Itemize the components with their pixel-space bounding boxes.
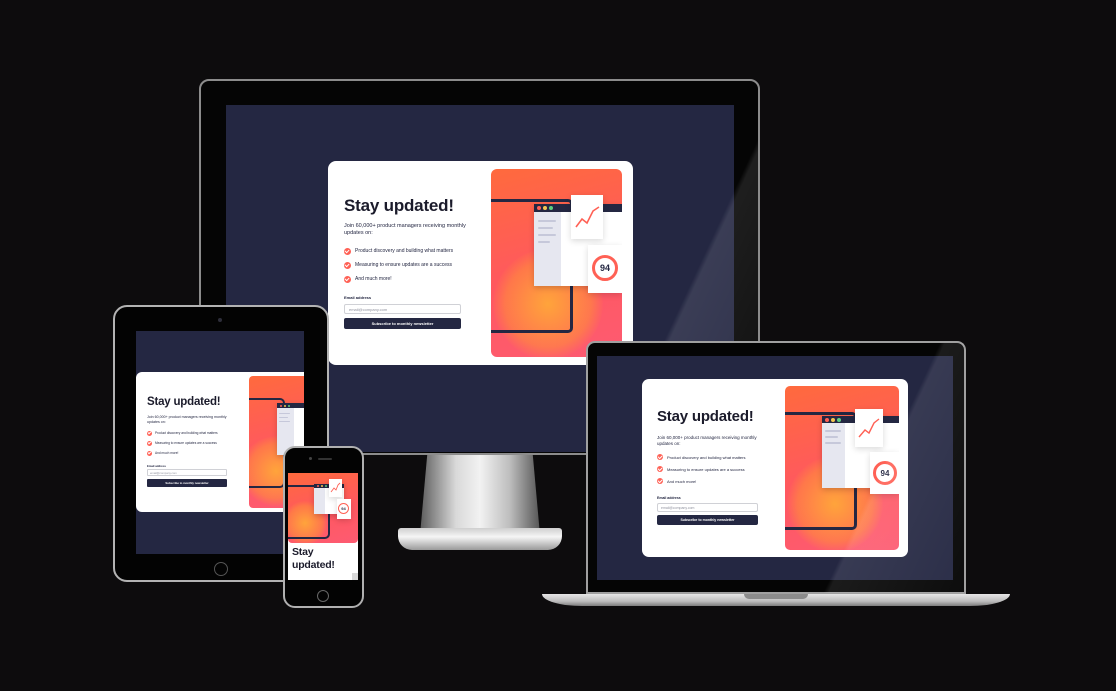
laptop-screen: Stay updated! Join 60,000+ product manag… xyxy=(597,356,953,580)
email-field[interactable]: email@company.com xyxy=(344,304,461,314)
score-card: 94 xyxy=(870,452,899,494)
score-ring-icon: 94 xyxy=(338,503,349,514)
email-placeholder: email@company.com xyxy=(661,505,695,510)
subscribe-button[interactable]: Subscribe to monthly newsletter xyxy=(657,515,758,525)
email-placeholder: email@company.com xyxy=(150,470,177,475)
check-icon xyxy=(657,478,663,484)
scrollbar[interactable] xyxy=(352,573,358,580)
check-icon xyxy=(657,466,663,472)
check-icon xyxy=(147,450,152,456)
monitor-stand-base xyxy=(398,528,562,550)
card-intro: Join 60,000+ product managers receiving … xyxy=(344,223,466,236)
check-icon xyxy=(147,430,152,436)
score-card: 94 xyxy=(337,499,351,519)
benefit-item: And much more! xyxy=(344,272,474,286)
benefit-list: Product discovery and building what matt… xyxy=(657,451,767,487)
benefit-item: And much more! xyxy=(657,475,767,487)
tablet-home-button[interactable] xyxy=(214,562,228,576)
email-label: Email address xyxy=(657,496,681,500)
chart-icon xyxy=(571,195,603,239)
email-field[interactable]: email@company.com xyxy=(657,503,758,512)
benefit-item: Product discovery and building what matt… xyxy=(147,428,242,438)
hero-illustration: 94 xyxy=(288,473,358,543)
card-title: Stay updated! xyxy=(657,408,754,425)
subscribe-button[interactable]: Subscribe to monthly newsletter xyxy=(344,318,461,329)
card-intro: Join 60,000+ product managers receiving … xyxy=(657,435,757,446)
phone-speaker xyxy=(318,458,332,460)
newsletter-card: Stay updated! Join 60,000+ product manag… xyxy=(642,379,908,557)
phone-screen: 94 Stay updated! xyxy=(288,473,358,580)
check-icon xyxy=(657,454,663,460)
newsletter-card: Stay updated! Join 60,000+ product manag… xyxy=(136,372,304,512)
score-card: 94 xyxy=(588,245,622,293)
phone-home-button[interactable] xyxy=(317,590,329,602)
card-title: Stay updated! xyxy=(344,196,454,215)
hero-illustration: 94 xyxy=(785,386,899,550)
card-title: Stay updated! xyxy=(147,396,221,408)
card-title: Stay updated! xyxy=(292,546,335,571)
email-label: Email address xyxy=(147,464,166,468)
phone-camera xyxy=(309,457,312,460)
email-label: Email address xyxy=(344,295,372,300)
chart-icon xyxy=(855,409,883,447)
email-placeholder: email@company.com xyxy=(349,306,388,312)
tablet-camera xyxy=(218,318,222,322)
subscribe-button[interactable]: Subscribe to monthly newsletter xyxy=(147,479,227,487)
monitor-stand-neck xyxy=(420,455,540,535)
email-field[interactable]: email@company.com xyxy=(147,469,227,476)
score-ring-icon: 94 xyxy=(873,461,897,485)
newsletter-card: Stay updated! Join 60,000+ product manag… xyxy=(328,161,633,365)
check-icon xyxy=(344,261,351,269)
benefit-item: And much more! xyxy=(147,448,242,458)
benefit-list: Product discovery and building what matt… xyxy=(147,428,242,458)
benefit-item: Measuring to ensure updates are a succes… xyxy=(657,463,767,475)
card-intro: Join 60,000+ product managers receiving … xyxy=(147,415,227,424)
benefit-item: Product discovery and building what matt… xyxy=(657,451,767,463)
benefit-item: Measuring to ensure updates are a succes… xyxy=(147,438,242,448)
check-icon xyxy=(147,440,152,446)
benefit-item: Measuring to ensure updates are a succes… xyxy=(344,258,474,272)
check-icon xyxy=(344,247,351,255)
laptop-notch xyxy=(744,594,808,599)
hero-illustration: 94 xyxy=(491,169,622,357)
benefit-item: Product discovery and building what matt… xyxy=(344,244,474,258)
chart-icon xyxy=(329,479,342,497)
score-ring-icon: 94 xyxy=(592,255,618,281)
check-icon xyxy=(344,275,351,283)
benefit-list: Product discovery and building what matt… xyxy=(344,244,474,286)
tablet-screen: Stay updated! Join 60,000+ product manag… xyxy=(136,331,304,554)
